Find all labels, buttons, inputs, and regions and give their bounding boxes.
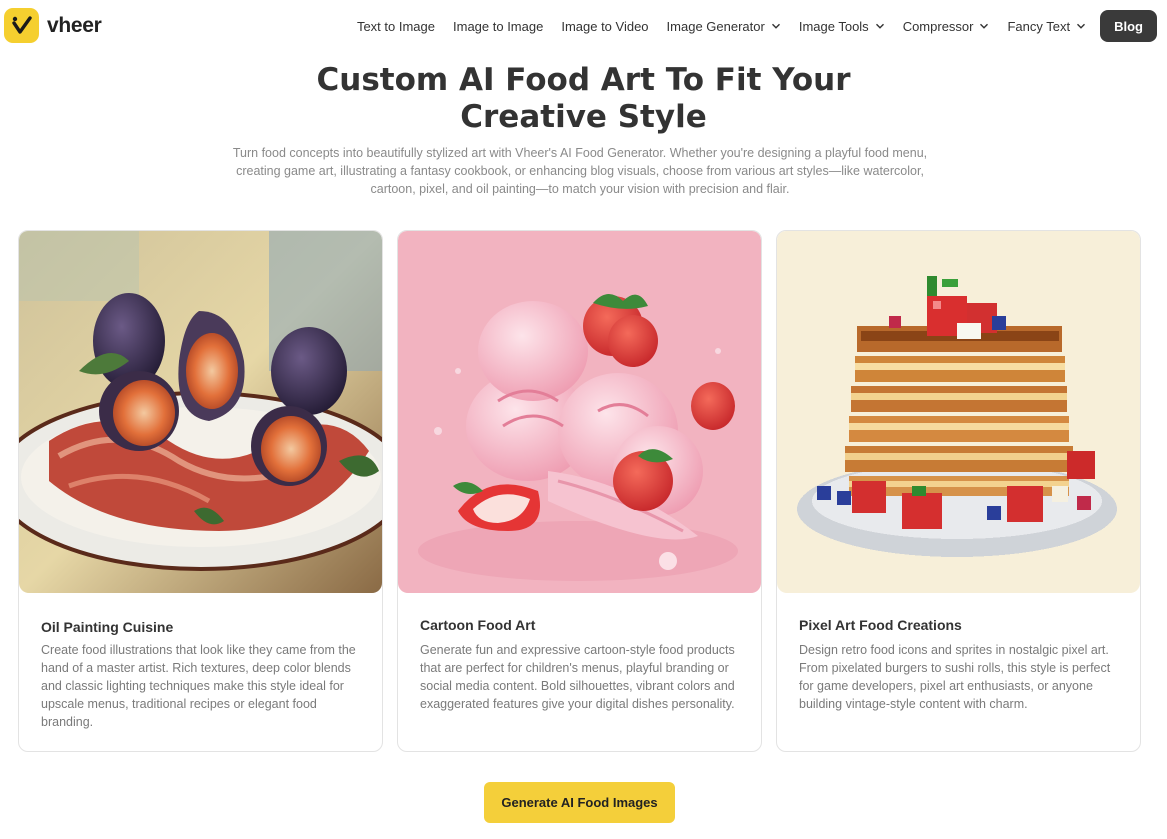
top-navbar: vheer Text to Image Image to Image Image… <box>0 0 1167 52</box>
generate-ai-food-images-button[interactable]: Generate AI Food Images <box>484 782 675 823</box>
vheer-logo-icon <box>4 8 39 43</box>
nav-label: Image to Video <box>561 18 649 34</box>
page-title: Custom AI Food Art To Fit Your Creative … <box>0 62 1167 136</box>
style-card-pixel-art[interactable]: Pixel Art Food Creations Design retro fo… <box>776 230 1141 752</box>
nav-image-to-video[interactable]: Image to Video <box>561 19 648 34</box>
nav-fancy-text-dropdown[interactable]: Fancy Text <box>1007 19 1086 34</box>
chevron-down-icon <box>875 23 884 29</box>
card-description: Generate fun and expressive cartoon-styl… <box>420 643 735 711</box>
pixel-art-food-image <box>777 231 1140 593</box>
style-card-cartoon[interactable]: Cartoon Food Art Generate fun and expres… <box>397 230 762 752</box>
nav-compressor-dropdown[interactable]: Compressor <box>903 19 990 34</box>
logo[interactable]: vheer <box>4 8 102 43</box>
nav-image-tools-dropdown[interactable]: Image Tools <box>799 19 885 34</box>
nav-label: Fancy Text <box>1007 18 1071 34</box>
card-title: Cartoon Food Art <box>420 617 536 633</box>
nav-label: Image to Image <box>453 18 544 34</box>
card-title: Pixel Art Food Creations <box>799 617 962 633</box>
card-description: Design retro food icons and sprites in n… <box>799 643 1111 711</box>
chevron-down-icon <box>771 23 780 29</box>
chevron-down-icon <box>980 23 989 29</box>
cartoon-food-image <box>398 231 761 593</box>
page-subtitle: Turn food concepts into beautifully styl… <box>232 146 928 196</box>
nav-image-to-image[interactable]: Image to Image <box>453 19 543 34</box>
style-card-oil-painting[interactable]: Oil Painting Cuisine Create food illustr… <box>18 230 383 752</box>
nav-label: Image Tools <box>798 18 869 34</box>
nav-image-generator-dropdown[interactable]: Image Generator <box>667 19 781 34</box>
title-line: Custom AI Food Art To Fit Your <box>316 62 851 98</box>
main-nav: Text to Image Image to Image Image to Vi… <box>339 10 1157 42</box>
brand-name: vheer <box>47 13 102 37</box>
nav-label: Image Generator <box>666 18 765 34</box>
card-description: Create food illustrations that look like… <box>41 643 356 729</box>
title-line: Creative Style <box>460 99 707 135</box>
oil-painting-food-image <box>19 231 382 593</box>
blog-button[interactable]: Blog <box>1100 10 1157 42</box>
nav-label: Text to Image <box>356 18 435 34</box>
chevron-down-icon <box>1077 23 1086 29</box>
nav-text-to-image[interactable]: Text to Image <box>357 19 435 34</box>
card-title: Oil Painting Cuisine <box>41 619 174 635</box>
nav-label: Compressor <box>902 18 974 34</box>
